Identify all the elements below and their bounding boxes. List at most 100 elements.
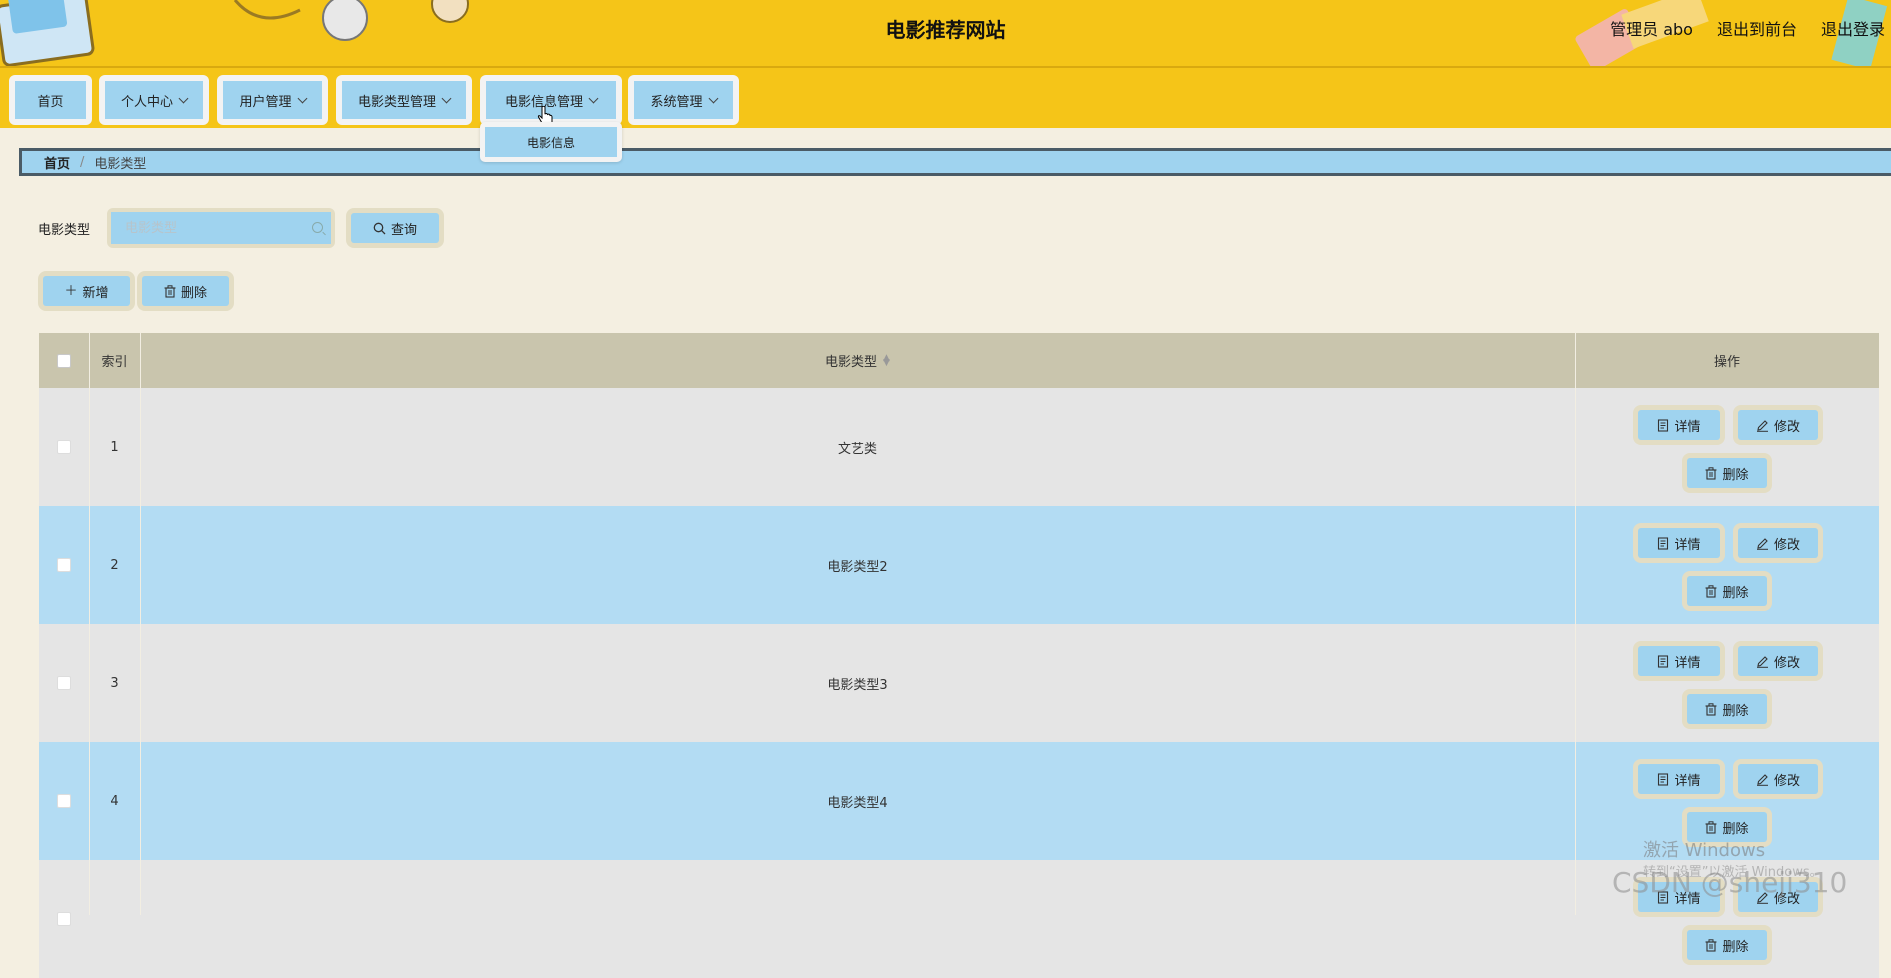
document-icon (1658, 418, 1669, 432)
row-index: 3 (110, 675, 119, 691)
table-row: 2 电影类型2 详情 修改删除 (39, 506, 1879, 624)
delete-button-label: 删除 (1722, 585, 1749, 601)
trash-icon (164, 284, 176, 298)
row-checkbox[interactable] (57, 912, 71, 926)
delete-button[interactable]: 删除 (1682, 571, 1772, 611)
breadcrumb-separator: / (80, 154, 85, 170)
trash-icon (1705, 938, 1717, 952)
edit-icon (1756, 537, 1768, 550)
column-header-index: 索引 (101, 355, 128, 370)
row-checkbox[interactable] (57, 794, 71, 808)
detail-button-label: 详情 (1674, 537, 1701, 553)
chevron-down-icon (441, 93, 452, 103)
breadcrumb-current: 电影类型 (94, 156, 147, 172)
chevron-down-icon (588, 93, 599, 103)
search-input[interactable] (123, 219, 297, 237)
trash-icon (1705, 584, 1717, 598)
row-checkbox[interactable] (57, 676, 71, 690)
row-select-cell (39, 624, 89, 742)
nav-item-system-management[interactable]: 系统管理 (628, 75, 739, 125)
bulk-delete-button-label: 删除 (180, 285, 207, 301)
edit-button[interactable]: 修改 (1733, 405, 1823, 445)
sort-icon[interactable]: ▲ ▼ (883, 353, 890, 367)
bulk-delete-button[interactable]: 删除 (137, 271, 234, 311)
csdn-watermark: CSDN @sheji310 (1612, 866, 1848, 899)
edit-icon (1756, 773, 1768, 786)
delete-button[interactable]: 删除 (1682, 689, 1772, 729)
delete-button-label: 删除 (1722, 939, 1749, 955)
row-checkbox[interactable] (57, 558, 71, 572)
table-row: 1 文艺类 详情 修改 删除 (39, 388, 1879, 506)
detail-button[interactable]: 详情 (1633, 759, 1725, 799)
search-label: 电影类型 (38, 223, 91, 238)
top-header: 电影推荐网站 管理员 abo 退出到前台 退出登录 (0, 0, 1891, 66)
chevron-down-icon (708, 93, 718, 103)
breadcrumb: 首页 / 电影类型 (19, 148, 1891, 176)
detail-button-label: 详情 (1674, 419, 1701, 435)
row-index (89, 860, 140, 978)
edit-button[interactable]: 修改 (1733, 641, 1823, 681)
nav-dropdown-movie-info: 电影信息 (480, 122, 622, 162)
trash-icon (1705, 466, 1717, 480)
trash-icon (1705, 702, 1717, 716)
back-to-front-link[interactable]: 退出到前台 (1717, 16, 1797, 40)
nav-item-movie-type-management[interactable]: 电影类型管理 (336, 75, 472, 125)
delete-button-label: 删除 (1722, 821, 1749, 837)
select-all-cell (39, 333, 89, 388)
row-movie-type: 电影类型2 (827, 559, 888, 575)
edit-button-label: 修改 (1773, 655, 1800, 671)
nav-item-personal-center[interactable]: 个人中心 (99, 75, 209, 125)
edit-button-label: 修改 (1773, 419, 1800, 435)
nav-item-home[interactable]: 首页 (9, 75, 92, 125)
edit-button[interactable]: 修改 (1733, 523, 1823, 563)
row-select-cell (39, 860, 89, 978)
row-index: 2 (110, 557, 119, 573)
row-movie-type: 文艺类 (837, 441, 877, 457)
nav-item-label: 用户管理 (239, 94, 292, 110)
column-header-type[interactable]: 电影类型 ▲ ▼ (140, 333, 1575, 388)
delete-button[interactable]: 删除 (1682, 453, 1772, 493)
chevron-down-icon (178, 93, 189, 103)
delete-button[interactable]: 删除 (1682, 925, 1772, 965)
header-user-menu: 管理员 abo 退出到前台 退出登录 (1610, 16, 1885, 40)
detail-button[interactable]: 详情 (1633, 405, 1725, 445)
edit-icon (1756, 419, 1768, 432)
delete-button-label: 删除 (1722, 467, 1749, 483)
row-checkbox[interactable] (57, 440, 71, 454)
dropdown-item-movie-info[interactable]: 电影信息 (485, 127, 617, 157)
windows-activation-watermark: 激活 Windows (1643, 840, 1766, 861)
trash-icon (1705, 820, 1717, 834)
nav-item-label: 电影类型管理 (357, 94, 436, 110)
search-button[interactable]: 查询 (346, 208, 444, 248)
chevron-down-icon (297, 93, 307, 103)
admin-label: 管理员 abo (1610, 20, 1693, 39)
row-movie-type: 电影类型4 (827, 795, 888, 811)
detail-button[interactable]: 详情 (1633, 523, 1725, 563)
column-divider (89, 333, 90, 915)
breadcrumb-home[interactable]: 首页 (44, 153, 70, 172)
detail-button-label: 详情 (1674, 655, 1701, 671)
document-icon (1658, 536, 1669, 550)
search-icon (373, 222, 386, 234)
nav-item-user-management[interactable]: 用户管理 (217, 75, 328, 125)
table-row: 4 电影类型4 详情 修改 删除 (39, 742, 1879, 860)
search-button-label: 查询 (390, 222, 417, 238)
nav-item-label: 个人中心 (120, 94, 173, 110)
main-nav: 首页 个人中心 用户管理 电影类型管理 电影信息管理 系统管理 (0, 66, 1891, 128)
row-select-cell (39, 742, 89, 860)
detail-button[interactable]: 详情 (1633, 641, 1725, 681)
logout-link[interactable]: 退出登录 (1821, 16, 1885, 40)
add-button[interactable]: ＋ 新增 (38, 271, 135, 311)
table-row: 3 电影类型3 详情 修改删除 (39, 624, 1879, 742)
edit-button[interactable]: 修改 (1733, 759, 1823, 799)
nav-item-label: 首页 (37, 94, 64, 110)
edit-button-label: 修改 (1773, 773, 1800, 789)
nav-item-label: 系统管理 (650, 94, 703, 110)
edit-icon (1756, 655, 1768, 668)
row-movie-type (140, 860, 1575, 978)
row-select-cell (39, 506, 89, 624)
site-title: 电影推荐网站 (885, 18, 1006, 42)
row-movie-type: 电影类型3 (827, 677, 888, 693)
plus-icon: ＋ (64, 283, 78, 299)
select-all-checkbox[interactable] (57, 353, 71, 368)
